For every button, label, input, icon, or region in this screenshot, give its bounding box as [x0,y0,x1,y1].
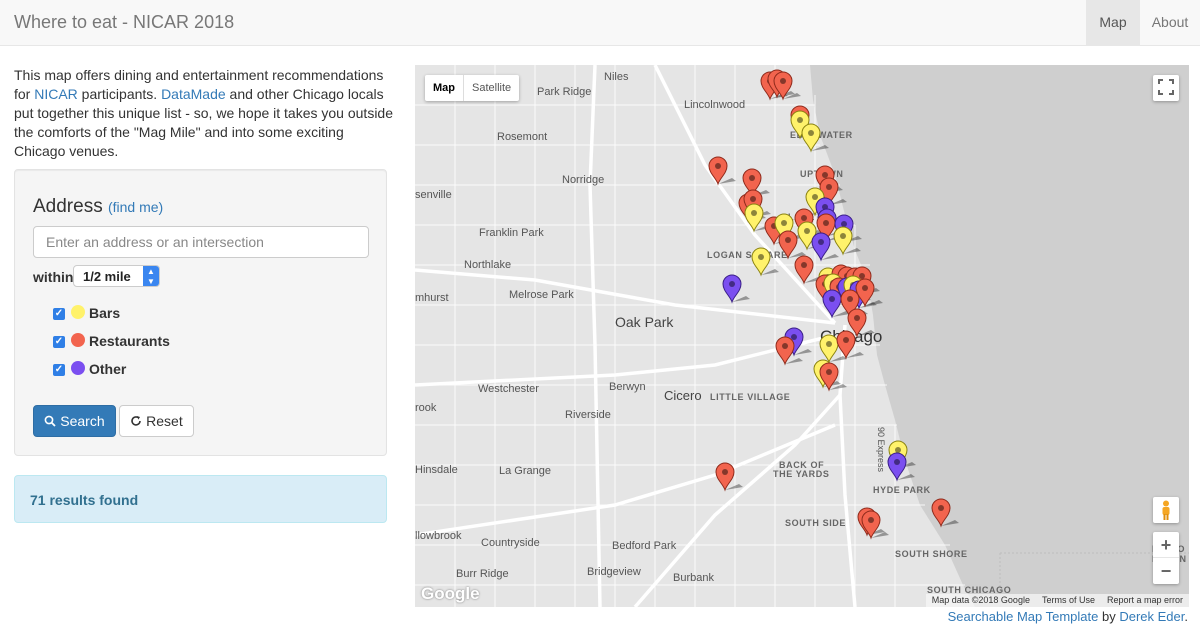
footer-text: by [1098,609,1120,624]
place-label: HYDE PARK [873,485,931,495]
place-label: 90 Express [876,427,886,473]
radius-select[interactable]: 1/2 mile ▲ ▼ [73,265,160,287]
fullscreen-button[interactable] [1153,75,1179,101]
address-input[interactable] [33,226,369,258]
place-label: La Grange [499,465,551,477]
place-label: SOUTH SHORE [895,549,968,559]
address-heading: Address (find me) [33,196,163,218]
map-data-text: Map data ©2018 Google [931,595,1030,605]
place-label: Niles [604,71,629,83]
street-view-pegman[interactable] [1153,497,1179,523]
address-label: Address [33,196,103,217]
place-label: Burbank [673,572,714,584]
category-label: Restaurants [89,333,170,349]
find-me-link[interactable]: (find me) [108,199,163,215]
place-label: Westchester [478,383,539,395]
place-label: Rosemont [497,131,547,143]
fullscreen-icon [1158,79,1174,95]
place-label: senville [415,189,452,201]
refresh-icon [131,416,142,426]
restaurants-color-dot [71,333,85,347]
datamade-link[interactable]: DataMade [161,86,226,102]
intro-text: participants. [77,86,162,102]
searchable-map-link[interactable]: Searchable Map Template [948,609,1099,624]
place-label: Hinsdale [415,464,458,476]
select-arrows-icon: ▲ ▼ [143,266,159,286]
place-label: llowbrook [415,530,462,542]
map-base: Niles Park Ridge Lincolnwood Rosemont No… [415,65,1189,607]
footer-text: . [1184,609,1188,624]
place-label: SOUTH SIDE [785,518,846,528]
bars-color-dot [71,305,85,319]
place-label: Burr Ridge [456,568,509,580]
map-type-map-button[interactable]: Map [425,75,463,101]
place-label: mhurst [415,292,449,304]
footer-credit: Searchable Map Template by Derek Eder. [948,609,1188,624]
place-label: LITTLE VILLAGE [710,392,790,402]
reset-button[interactable]: Reset [119,405,194,437]
zoom-out-button[interactable]: − [1153,558,1179,584]
place-label: Countryside [481,537,540,549]
report-error-link[interactable]: Report a map error [1101,594,1189,607]
place-label: LOGAN SQUARE [707,250,788,260]
intro-paragraph: This map offers dining and entertainment… [14,66,394,161]
checkbox-other[interactable]: ✓ [53,364,65,376]
zoom-control: + − [1153,532,1179,584]
place-label: THE YARDS [773,469,829,479]
place-label: Bridgeview [587,566,641,578]
google-logo: Google [421,584,480,603]
map-type-control: Map Satellite [425,75,520,101]
checkbox-restaurants[interactable]: ✓ [53,336,65,348]
place-label: Norridge [562,174,604,186]
results-alert: 71 results found [14,475,387,523]
category-label: Other [89,361,127,377]
map-marker-restaurants[interactable] [708,156,736,186]
map-marker-other[interactable] [722,274,750,304]
terms-link[interactable]: Terms of Use [1036,594,1101,607]
place-label: Cicero [664,388,702,403]
navbar: Where to eat - NICAR 2018 Map About [0,0,1200,46]
author-link[interactable]: Derek Eder [1119,609,1184,624]
place-label: Northlake [464,259,511,271]
search-panel: Address (find me) within 1/2 mile ▲▼ ✓ Ba… [14,169,387,456]
pegman-icon [1162,500,1170,520]
nav-item-about[interactable]: About [1140,0,1200,45]
place-label: Park Ridge [537,86,591,98]
place-label: Berwyn [609,381,646,393]
search-icon [44,415,57,427]
place-label: Oak Park [615,314,674,330]
zoom-in-button[interactable]: + [1153,532,1179,558]
place-label: Lincolnwood [684,99,745,111]
category-label: Bars [89,305,121,321]
search-button-label: Search [60,413,105,429]
nicar-link[interactable]: NICAR [34,86,78,102]
place-label: Bedford Park [612,540,677,552]
reset-button-label: Reset [146,413,183,429]
radius-value: 1/2 mile [83,269,131,284]
search-button[interactable]: Search [33,405,116,437]
results-count: 71 results found [30,492,139,508]
place-label: Franklin Park [479,227,544,239]
checkbox-bars[interactable]: ✓ [53,308,65,320]
within-label: within [33,269,74,285]
map-type-satellite-button[interactable]: Satellite [463,75,519,101]
app-title[interactable]: Where to eat - NICAR 2018 [14,12,234,33]
place-label: Melrose Park [509,289,574,301]
map-attribution: Map data ©2018 Google Terms of Use Repor… [925,594,1189,607]
other-color-dot [71,361,85,375]
place-label: rook [415,402,437,414]
map-canvas[interactable]: Niles Park Ridge Lincolnwood Rosemont No… [415,65,1189,607]
map-marker-restaurants[interactable] [715,462,743,492]
place-label: Riverside [565,409,611,421]
nav-item-map[interactable]: Map [1086,0,1140,45]
